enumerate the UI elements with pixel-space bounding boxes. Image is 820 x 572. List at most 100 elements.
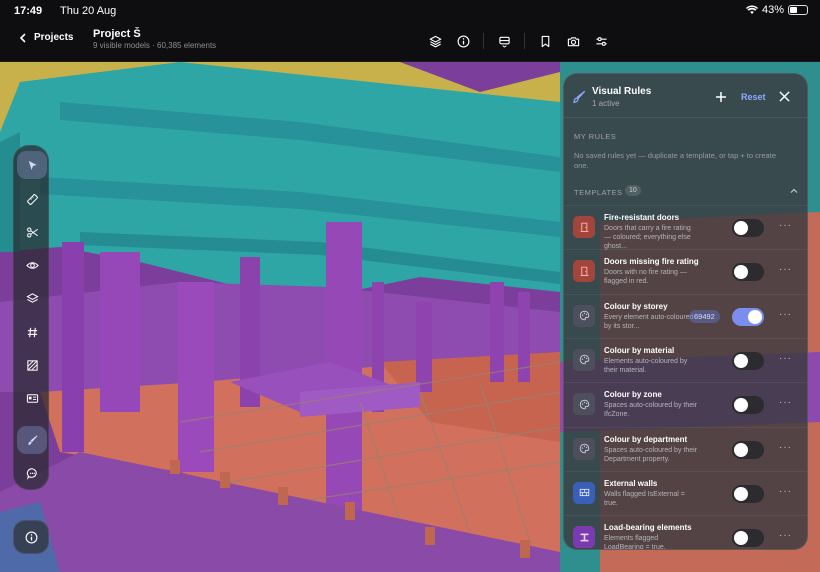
more-options-icon[interactable]: ··· <box>779 353 792 364</box>
battery-percent: 43% <box>761 4 784 16</box>
rule-toggle[interactable] <box>732 351 764 370</box>
my-rules-heading: MY RULES <box>574 132 617 141</box>
rule-description: Spaces auto-coloured by their IfcZone. <box>604 402 697 419</box>
rule-toggle[interactable] <box>732 263 764 282</box>
back-label: Projects <box>34 32 74 43</box>
palette-icon <box>579 399 589 409</box>
bookmark-button[interactable] <box>531 30 559 52</box>
project-subtitle: 9 visible models · 60,385 elements <box>93 41 217 50</box>
more-options-icon[interactable]: ··· <box>779 264 792 275</box>
rule-toggle[interactable] <box>732 484 764 503</box>
grid-icon <box>27 327 37 337</box>
active-count: 1 active <box>592 99 620 108</box>
wall-icon <box>579 489 589 497</box>
rule-icon-tile <box>573 526 595 549</box>
door-icon <box>580 266 588 276</box>
camera-button[interactable] <box>559 30 587 52</box>
more-options-icon[interactable]: ··· <box>779 397 792 408</box>
template-rule-row[interactable]: Colour by department Spaces auto-coloured… <box>564 426 807 471</box>
rule-toggle[interactable] <box>732 307 764 326</box>
sliders-icon <box>595 36 607 46</box>
chevron-up-icon[interactable] <box>790 187 798 195</box>
bookmark-icon <box>541 35 549 47</box>
cut-icon <box>26 227 38 237</box>
rule-description: Walls flagged IsExternal = true. <box>604 490 685 507</box>
info-button[interactable] <box>449 30 477 52</box>
cut-tool-button[interactable] <box>17 218 47 246</box>
palette-icon <box>579 310 589 321</box>
visibility-icon <box>25 261 39 269</box>
chevron-left-icon <box>19 33 26 42</box>
rule-toggle[interactable] <box>732 396 764 415</box>
more-options-icon[interactable]: ··· <box>779 486 792 497</box>
rule-description: Doors with no fire rating — flagged in r… <box>604 269 687 286</box>
status-right: 43% <box>745 4 808 16</box>
rule-icon-tile <box>573 304 595 327</box>
more-options-icon[interactable]: ··· <box>779 442 792 453</box>
door-icon <box>580 222 588 232</box>
rule-toggle[interactable] <box>732 529 764 548</box>
template-rule-row[interactable]: Colour by material Elements auto-coloured… <box>564 337 807 382</box>
column <box>490 282 504 382</box>
section-box-button[interactable] <box>490 30 518 52</box>
rule-icon-tile <box>573 437 595 460</box>
id-card-icon <box>26 393 38 403</box>
settings-sliders-button[interactable] <box>587 30 615 52</box>
comments-tool-button[interactable] <box>17 459 47 487</box>
rule-toggle[interactable] <box>732 219 764 237</box>
close-icon[interactable] <box>778 90 791 103</box>
tool-rail <box>13 145 49 490</box>
template-rule-row[interactable]: Colour by zone Spaces auto-coloured by th… <box>564 382 807 426</box>
more-options-icon[interactable]: ··· <box>779 530 792 541</box>
grid-tool-button[interactable] <box>17 318 47 346</box>
rule-name: Colour by zone <box>604 390 662 400</box>
hatch-icon <box>26 359 38 371</box>
template-rule-row[interactable]: Load-bearing elements Elements flagged Lo… <box>564 515 807 550</box>
layers-button[interactable] <box>421 30 449 52</box>
status-bar: 17:49 Thu 20 Aug 43% <box>0 0 820 22</box>
template-rule-row[interactable]: Doors missing fire rating Doors with no f… <box>564 249 807 293</box>
layers-icon <box>25 292 39 303</box>
rule-description: Elements flagged LoadBearing = true. <box>604 535 666 550</box>
rule-match-count: 69492 <box>689 309 720 323</box>
back-to-projects-button[interactable]: Projects <box>18 32 73 43</box>
visual-rules-panel: Visual Rules 1 active Reset MY RULES No … <box>563 73 808 550</box>
template-rule-row[interactable]: Fire-resistant doors Doors that carry a f… <box>564 205 807 250</box>
empty-rules-note: No saved rules yet — duplicate a templat… <box>574 151 776 170</box>
wifi-icon <box>745 5 758 14</box>
rule-toggle[interactable] <box>732 440 764 459</box>
rule-description: Doors that carry a fire rating — coloure… <box>604 225 691 250</box>
select-tool-button[interactable] <box>17 151 47 179</box>
battery-icon <box>788 5 808 15</box>
toolbar-divider <box>524 33 525 49</box>
rule-icon-tile <box>573 260 595 283</box>
templates-count-badge: 10 <box>625 185 641 196</box>
visual-rules-tool-button[interactable] <box>17 426 47 454</box>
template-rule-row[interactable]: Colour by storey Every element auto-colou… <box>564 293 807 338</box>
toolbar-divider <box>483 33 484 49</box>
rule-icon-tile <box>573 393 595 416</box>
camera-icon <box>567 36 579 46</box>
info-icon <box>457 35 469 47</box>
info-floating-button[interactable] <box>13 520 49 554</box>
rule-icon-tile <box>573 348 595 371</box>
top-toolbar: Projects Project Š 9 visible models · 60… <box>0 22 820 62</box>
info-icon <box>25 531 37 543</box>
measure-tool-button[interactable] <box>17 185 47 213</box>
reset-button[interactable]: Reset <box>741 92 766 102</box>
layers-tool-button[interactable] <box>17 284 47 312</box>
rule-name: Colour by department <box>604 434 688 444</box>
more-options-icon[interactable]: ··· <box>779 309 792 320</box>
rule-name: External walls <box>604 478 658 488</box>
properties-tool-button[interactable] <box>17 384 47 412</box>
more-options-icon[interactable]: ··· <box>779 220 792 231</box>
beam-icon <box>580 533 588 542</box>
project-title: Project Š <box>93 28 141 40</box>
add-rule-button[interactable] <box>714 90 728 104</box>
template-rule-row[interactable]: External walls Walls flagged IsExternal =… <box>564 470 807 515</box>
rule-description: Every element auto-coloured by its stor.… <box>604 313 694 330</box>
hatch-tool-button[interactable] <box>17 351 47 379</box>
visibility-tool-button[interactable] <box>17 251 47 279</box>
column <box>178 282 214 472</box>
select-icon <box>28 160 37 170</box>
